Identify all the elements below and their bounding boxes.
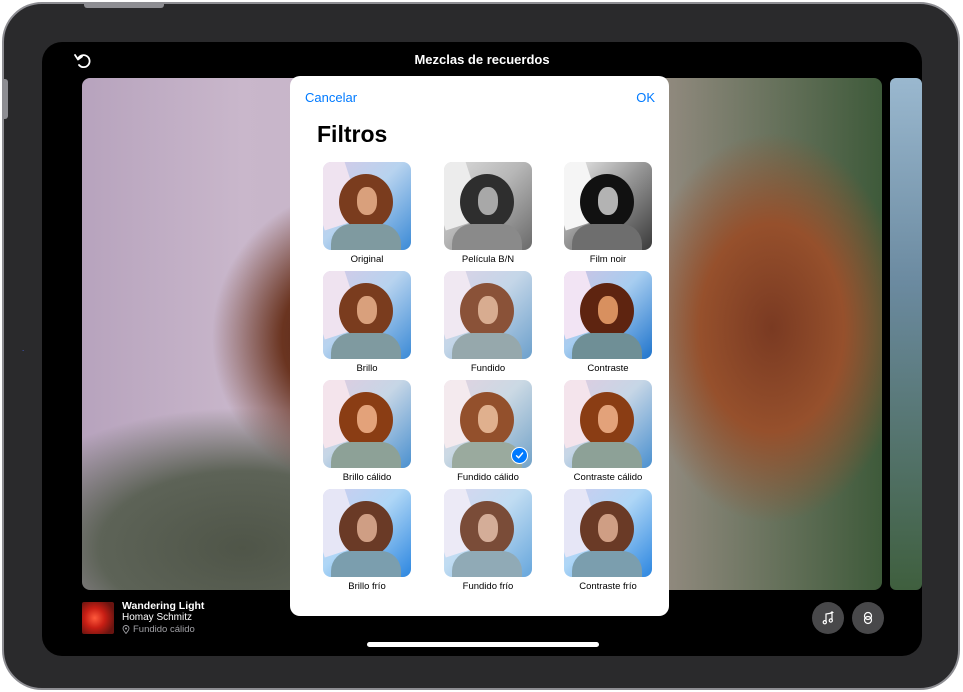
thumbnail-face [598, 187, 618, 215]
filter-option[interactable]: Brillo cálido [312, 380, 422, 483]
filter-option[interactable]: Fundido [433, 271, 543, 374]
song-artist: Homay Schmitz [122, 612, 193, 623]
thumbnail-face [357, 296, 377, 324]
filter-thumbnail[interactable] [444, 162, 532, 250]
album-art[interactable] [82, 602, 114, 634]
thumbnail-shirt [331, 333, 401, 359]
thumbnail-face [598, 405, 618, 433]
music-note-icon [822, 611, 834, 625]
filter-label: Fundido frío [462, 581, 514, 592]
filter-thumbnail[interactable] [444, 489, 532, 577]
checkmark-icon [515, 452, 524, 459]
filter-label: Fundido cálido [457, 472, 519, 483]
music-button[interactable] [812, 602, 844, 634]
filter-thumbnail[interactable] [323, 380, 411, 468]
thumbnail-shirt [331, 224, 401, 250]
filter-thumbnail[interactable] [564, 162, 652, 250]
thumbnail-shirt [572, 442, 642, 468]
sheet-title: Filtros [317, 121, 388, 147]
filter-option[interactable]: Contraste [553, 271, 663, 374]
filter-label: Brillo cálido [342, 472, 392, 483]
filter-thumbnail[interactable] [323, 271, 411, 359]
filter-option[interactable]: Brillo frío [312, 489, 422, 592]
filter-option[interactable]: Original [312, 162, 422, 265]
thumbnail-shirt [331, 442, 401, 468]
thumbnail-face [598, 514, 618, 542]
thumbnail-face [357, 187, 377, 215]
filter-thumbnail[interactable] [564, 380, 652, 468]
top-button [84, 4, 164, 8]
filters-sheet: Cancelar OK Filtros Original Película B/N… [290, 76, 669, 616]
camera-indicator: · [22, 347, 25, 355]
song-title[interactable]: Wandering Light [122, 600, 204, 612]
thumbnail-face [478, 296, 498, 324]
thumbnail-face [598, 296, 618, 324]
filter-thumbnail[interactable] [323, 162, 411, 250]
filter-icon [863, 611, 873, 625]
thumbnail-face [478, 187, 498, 215]
filter-option[interactable]: Brillo [312, 271, 422, 374]
filter-label: Contraste cálido [573, 472, 643, 483]
thumbnail-face [357, 405, 377, 433]
thumbnail-shirt [572, 551, 642, 577]
filter-option[interactable]: Fundido frío [433, 489, 543, 592]
thumbnail-face [357, 514, 377, 542]
filter-thumbnail[interactable] [564, 271, 652, 359]
filter-thumbnail[interactable] [444, 380, 532, 468]
filters-button[interactable] [852, 602, 884, 634]
thumbnail-shirt [572, 224, 642, 250]
page-title: Mezclas de recuerdos [414, 52, 550, 67]
filter-thumbnail[interactable] [323, 489, 411, 577]
thumbnail-shirt [452, 224, 522, 250]
thumbnail-shirt [452, 551, 522, 577]
filter-option[interactable]: Contraste frío [553, 489, 663, 592]
filter-thumbnail[interactable] [444, 271, 532, 359]
thumbnail-shirt [572, 333, 642, 359]
next-photo-preview [890, 78, 922, 590]
filter-thumbnail[interactable] [564, 489, 652, 577]
side-button [4, 79, 8, 119]
filter-option[interactable]: Contraste cálido [553, 380, 663, 483]
current-filter: Fundido cálido [122, 624, 195, 635]
thumbnail-shirt [452, 333, 522, 359]
thumbnail-face [478, 514, 498, 542]
filter-label: Fundido [470, 363, 506, 374]
filter-option[interactable]: Film noir [553, 162, 663, 265]
current-filter-label: Fundido cálido [133, 624, 195, 635]
filter-option[interactable]: Película B/N [433, 162, 543, 265]
filter-label: Contraste frío [579, 581, 637, 592]
filter-label: Brillo frío [348, 581, 386, 592]
filter-label: Contraste [587, 363, 629, 374]
ok-button[interactable]: OK [636, 90, 655, 105]
selected-badge [511, 447, 528, 464]
thumbnail-face [478, 405, 498, 433]
filter-label: Película B/N [461, 254, 515, 265]
location-pin-icon [122, 625, 130, 634]
filter-label: Film noir [589, 254, 627, 265]
home-indicator[interactable] [367, 642, 599, 647]
cancel-button[interactable]: Cancelar [305, 90, 357, 105]
filter-label: Original [350, 254, 384, 265]
filter-option[interactable]: Fundido cálido [433, 380, 543, 483]
thumbnail-shirt [331, 551, 401, 577]
filter-label: Brillo [356, 363, 378, 374]
